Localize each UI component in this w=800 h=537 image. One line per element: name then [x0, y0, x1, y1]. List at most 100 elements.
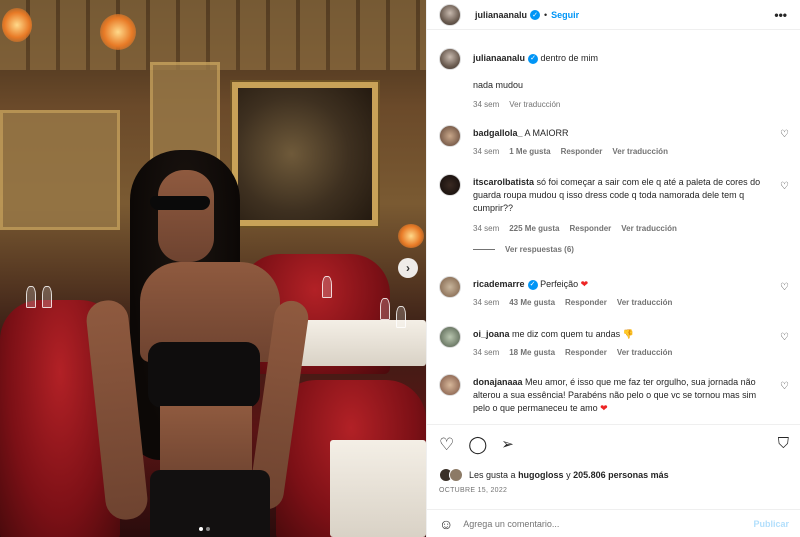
- follow-button[interactable]: Seguir: [551, 10, 579, 20]
- heart-icon[interactable]: ♡: [780, 282, 789, 293]
- likes-count[interactable]: 1 Me gusta: [509, 147, 550, 156]
- likes-prefix: Les gusta a: [469, 470, 516, 480]
- painting: [232, 82, 378, 226]
- commenter-avatar[interactable]: [439, 174, 461, 196]
- emoji-icon[interactable]: ☺: [439, 516, 453, 532]
- author-avatar[interactable]: [439, 3, 461, 26]
- carousel-dot: [206, 527, 210, 531]
- author-username[interactable]: julianaanalu: [475, 10, 527, 20]
- timestamp[interactable]: 34 sem: [473, 100, 499, 109]
- timestamp[interactable]: 34 sem: [473, 298, 499, 307]
- heart-icon[interactable]: ♡: [780, 332, 789, 343]
- reply-button[interactable]: Responder: [569, 224, 611, 233]
- chevron-right-icon[interactable]: ›: [398, 258, 418, 278]
- post-viewer: › julianaanalu ✓ • Seguir ••• julianaana…: [0, 0, 800, 537]
- lamp: [2, 8, 32, 42]
- wall-panel: [150, 62, 220, 162]
- caption-text-line2: nada mudou: [473, 80, 524, 90]
- commenter-username[interactable]: donajanaaa: [473, 377, 523, 387]
- heart-icon[interactable]: ♡: [780, 381, 789, 392]
- likes-count[interactable]: 225 Me gusta: [509, 224, 559, 233]
- comment-text-line: itscarolbatista só foi começar a sair co…: [473, 176, 773, 215]
- post-header: julianaanalu ✓ • Seguir •••: [427, 0, 800, 30]
- publish-button[interactable]: Publicar: [753, 519, 789, 529]
- commenter-avatar[interactable]: [439, 374, 461, 396]
- heart-icon[interactable]: ♡: [780, 181, 789, 192]
- comment-meta: 34 sem 1 Me gusta Responder Ver traducci…: [473, 147, 773, 156]
- comment-item: ricademarre ✓ Perfeição ❤ 34 sem 43 Me gu…: [439, 276, 789, 307]
- comment-icon[interactable]: ◯: [468, 435, 487, 455]
- verified-icon: ✓: [527, 279, 538, 290]
- black-top: [148, 342, 260, 408]
- commenter-username[interactable]: oi_joana: [473, 329, 510, 339]
- liker-avatar: [449, 468, 463, 482]
- wine-glass: [42, 286, 52, 308]
- translate-link[interactable]: Ver traducción: [617, 298, 673, 307]
- translate-link[interactable]: Ver traducción: [612, 147, 668, 156]
- post-photo[interactable]: ›: [0, 0, 426, 537]
- commenter-avatar[interactable]: [439, 125, 461, 147]
- heart-icon[interactable]: ♡: [780, 129, 789, 140]
- carousel-dots: [199, 527, 210, 531]
- wine-glass: [380, 298, 390, 320]
- translate-link[interactable]: Ver traducción: [621, 224, 677, 233]
- comment-meta: 34 sem 43 Me gusta Responder Ver traducc…: [473, 298, 773, 307]
- carousel-dot: [199, 527, 203, 531]
- view-replies-label[interactable]: Ver respuestas (6): [505, 245, 574, 254]
- wine-glass: [396, 306, 406, 328]
- action-icons: ♡ ◯ ➢: [439, 435, 514, 455]
- wall-panel: [0, 110, 120, 230]
- timestamp[interactable]: 34 sem: [473, 224, 499, 233]
- share-icon[interactable]: ➢: [501, 435, 514, 455]
- comments-list[interactable]: julianaanalu ✓ dentro de mim nada mudou 3…: [427, 31, 800, 424]
- red-heart-icon: ❤: [580, 279, 589, 289]
- comment-meta: 34 sem 225 Me gusta Responder Ver traduc…: [473, 224, 773, 233]
- sunglasses: [150, 196, 210, 210]
- comment-text: A MAIORR: [524, 128, 569, 138]
- comment-text: me diz com quem tu andas: [512, 329, 621, 339]
- commenter-avatar[interactable]: [439, 326, 461, 348]
- likes-count[interactable]: 18 Me gusta: [509, 348, 555, 357]
- heart-icon[interactable]: ♡: [439, 435, 454, 455]
- reply-button[interactable]: Responder: [565, 348, 607, 357]
- comment-text-line: ricademarre ✓ Perfeição ❤: [473, 278, 773, 291]
- reply-button[interactable]: Responder: [561, 147, 603, 156]
- comment-item: badgallola_ A MAIORR 34 sem 1 Me gusta R…: [439, 125, 789, 156]
- replies-divider: [473, 249, 495, 250]
- comment-input[interactable]: [463, 519, 734, 529]
- lamp: [398, 224, 424, 248]
- bookmark-icon[interactable]: ⛉: [778, 435, 789, 452]
- comment-text-line: donajanaaa Meu amor, é isso que me faz t…: [473, 376, 773, 415]
- comment-text-line: badgallola_ A MAIORR: [473, 127, 773, 140]
- caption-line: julianaanalu ✓ dentro de mim: [473, 52, 773, 65]
- comment-meta: 34 sem 18 Me gusta Responder Ver traducc…: [473, 348, 773, 357]
- author-avatar[interactable]: [439, 48, 461, 70]
- reply-button[interactable]: Responder: [565, 298, 607, 307]
- post-date[interactable]: OCTUBRE 15, 2022: [439, 487, 507, 494]
- thumbs-down-emoji-icon: 👎: [622, 329, 634, 339]
- likes-count[interactable]: 43 Me gusta: [509, 298, 555, 307]
- comment-box: ☺ Publicar: [427, 509, 800, 537]
- author-username[interactable]: julianaanalu: [473, 53, 525, 63]
- comment-item: oi_joana me diz com quem tu andas 👎 34 s…: [439, 326, 789, 357]
- translate-link[interactable]: Ver traducción: [617, 348, 673, 357]
- more-options-icon[interactable]: •••: [774, 8, 787, 22]
- commenter-username[interactable]: itscarolbatista: [473, 177, 534, 187]
- timestamp[interactable]: 34 sem: [473, 348, 499, 357]
- comment-item: itscarolbatista só foi começar a sair co…: [439, 174, 789, 254]
- likes-count[interactable]: 205.806 personas más: [573, 470, 669, 480]
- caption-text: dentro de mim: [540, 53, 599, 63]
- commenter-username[interactable]: badgallola_: [473, 128, 523, 138]
- timestamp[interactable]: 34 sem: [473, 147, 499, 156]
- likes-summary[interactable]: Les gusta a hugogloss y 205.806 personas…: [439, 468, 669, 482]
- commenter-avatar[interactable]: [439, 276, 461, 298]
- post-actions: ♡ ◯ ➢ ⛉ Les gusta a hugogloss y 205.806 …: [427, 424, 800, 537]
- likes-mid: y: [566, 470, 571, 480]
- translate-link[interactable]: Ver traducción: [509, 100, 560, 109]
- liker-username[interactable]: hugogloss: [518, 470, 564, 480]
- view-replies-button[interactable]: Ver respuestas (6): [473, 245, 773, 254]
- table: [330, 440, 426, 537]
- commenter-username[interactable]: ricademarre: [473, 279, 525, 289]
- liker-avatars: [439, 468, 465, 482]
- face: [158, 170, 214, 262]
